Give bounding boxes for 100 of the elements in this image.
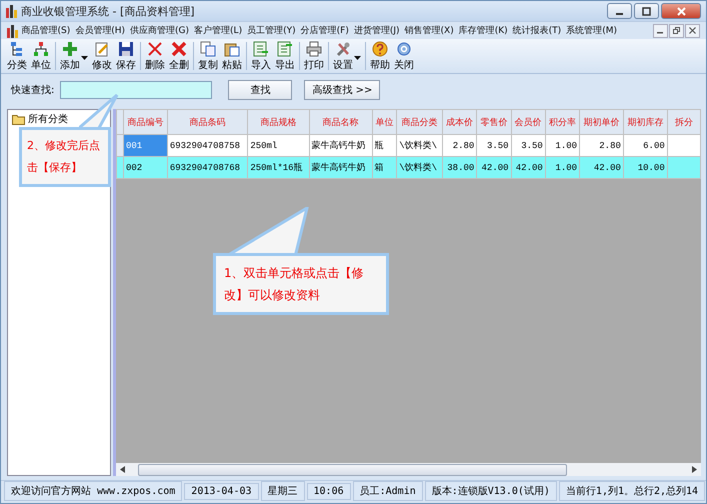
search-button[interactable]: 查找 — [228, 80, 292, 100]
toolbar-button[interactable]: 保存 — [114, 40, 138, 72]
column-header[interactable]: 商品编号 — [124, 110, 168, 134]
column-header[interactable]: 积分率 — [545, 110, 580, 134]
column-header[interactable]: 期初库存 — [623, 110, 668, 134]
cross-icon — [147, 40, 163, 56]
cross-icon — [171, 40, 187, 56]
caret-icon — [81, 56, 88, 60]
maximize-button[interactable] — [634, 3, 659, 19]
folder-icon — [12, 114, 25, 124]
toolbar-button[interactable]: 单位 — [29, 40, 53, 72]
table-cell — [667, 134, 700, 156]
toolbar-button[interactable]: 复制 — [196, 40, 220, 72]
column-header[interactable]: 成本价 — [442, 110, 477, 134]
column-header[interactable]: 期初单价 — [580, 110, 624, 134]
caret-icon — [354, 56, 361, 60]
menu-item[interactable]: 供应商管理(G) — [128, 24, 192, 37]
close-button[interactable] — [661, 3, 701, 19]
table-cell: 250ml — [248, 134, 310, 156]
column-header[interactable]: 拆分 — [667, 110, 700, 134]
column-header[interactable]: 商品名称 — [309, 110, 372, 134]
copy-icon — [200, 40, 216, 56]
restore-button[interactable] — [669, 24, 684, 38]
status-panel: 版本:连锁版V13.0(试用) — [424, 481, 557, 501]
column-header[interactable]: 商品规格 — [248, 110, 310, 134]
toolbar-button[interactable]: 分类 — [5, 40, 29, 72]
menu-item[interactable]: 进货管理(J) — [351, 24, 402, 37]
hierarchy-icon — [33, 40, 49, 56]
table-cell: 1.00 — [545, 156, 580, 178]
status-panel: 2013-04-03 — [184, 482, 259, 500]
menu-item[interactable]: 会员管理(H) — [72, 24, 128, 37]
search-label: 快速查找: — [11, 84, 54, 97]
status-panel: 10:06 — [306, 482, 351, 500]
window-title: 商业收银管理系统 - [商品资料管理] — [21, 4, 195, 18]
table-cell: 蒙牛高钙牛奶 — [309, 156, 372, 178]
menu-item[interactable]: 员工管理(Y) — [244, 24, 298, 37]
scroll-right-icon[interactable] — [692, 466, 697, 473]
document-icon[interactable] — [7, 24, 19, 38]
export-icon — [277, 40, 293, 56]
table-cell: 10.00 — [623, 156, 668, 178]
import-icon — [253, 40, 269, 56]
minimize-button[interactable] — [653, 24, 668, 38]
column-header[interactable]: 会员价 — [511, 110, 546, 134]
toolbar-button[interactable]: 修改 — [90, 40, 114, 72]
toolbar-button[interactable]: 帮助 — [368, 40, 392, 72]
menu-item[interactable]: 分店管理(F) — [298, 24, 352, 37]
callout-text: 1、双击单元格或点击【修改】可以修改资料 — [224, 266, 364, 302]
table-row[interactable]: 001 6932904708758 250ml 蒙牛高钙牛奶 瓶 \饮料类\ 2.80 3.50 3.50 1.00 2.80 6.00 — [116, 134, 700, 156]
toolbar-button[interactable]: 添加 — [58, 40, 90, 72]
column-header[interactable]: 零售价 — [476, 110, 512, 134]
table-cell: 3.50 — [476, 134, 512, 156]
table-cell — [667, 156, 700, 178]
close-icon[interactable] — [689, 27, 696, 34]
close-button[interactable] — [685, 24, 700, 38]
search-field[interactable] — [60, 81, 212, 99]
table-cell: 2.80 — [442, 134, 477, 156]
table-cell: 瓶 — [372, 134, 397, 156]
toolbar-button[interactable]: 删除 — [143, 40, 167, 72]
printer-icon — [306, 40, 322, 56]
status-panel: 欢迎访问官方网站 www.zxpos.com — [4, 481, 182, 501]
menu-item[interactable]: 库存管理(K) — [456, 24, 510, 37]
table-cell: 蒙牛高钙牛奶 — [309, 134, 372, 156]
column-header[interactable]: 商品分类 — [396, 110, 443, 134]
menu-item[interactable]: 系统管理(M) — [564, 24, 620, 37]
app-logo-icon — [6, 4, 18, 18]
toolbar-button[interactable]: 全删 — [167, 40, 191, 72]
table-cell: 1.00 — [545, 134, 580, 156]
toolbar-button[interactable]: 粘贴 — [220, 40, 244, 72]
paste-icon — [224, 40, 240, 56]
horizontal-scrollbar[interactable] — [116, 463, 701, 476]
toolbar-button[interactable]: 打印 — [302, 40, 326, 72]
table-cell: 6932904708768 — [167, 156, 248, 178]
scroll-thumb[interactable] — [138, 464, 567, 476]
restore-icon[interactable] — [673, 27, 680, 34]
scroll-left-icon[interactable] — [120, 466, 125, 473]
status-panel: 员工:Admin — [352, 481, 423, 501]
toolbar-button[interactable]: 设置 — [331, 40, 363, 72]
menu-item[interactable]: 客户管理(L) — [192, 24, 245, 37]
minimize-button[interactable] — [607, 3, 632, 19]
toolbar-button[interactable]: 关闭 — [392, 40, 416, 72]
status-panel: 当前行1,列1。总行2,总列14 — [558, 481, 706, 501]
menu-item[interactable]: 销售管理(X) — [402, 24, 456, 37]
table-cell: 箱 — [372, 156, 397, 178]
toolbar-button[interactable]: 导出 — [273, 40, 297, 72]
tree-item[interactable]: 所有分类 — [8, 110, 110, 128]
table-cell: 42.00 — [476, 156, 512, 178]
power-icon — [396, 40, 412, 56]
maximize-icon[interactable] — [642, 6, 651, 16]
advanced-search-button[interactable]: 高级查找 >> — [304, 80, 380, 100]
help-icon — [372, 40, 388, 56]
column-header[interactable]: 商品条码 — [167, 110, 248, 134]
table-cell: 6.00 — [623, 134, 668, 156]
column-header[interactable]: 单位 — [372, 110, 397, 134]
menu-item[interactable]: 统计报表(T) — [510, 24, 564, 37]
menu-item[interactable]: 商品管理(S) — [19, 24, 73, 37]
toolbar-button[interactable]: 导入 — [249, 40, 273, 72]
tools-icon — [335, 40, 351, 56]
table-cell: 2.80 — [580, 134, 624, 156]
status-panel: 星期三 — [260, 481, 305, 501]
table-row[interactable]: 002 6932904708768 250ml*16瓶 蒙牛高钙牛奶 箱 \饮料类\ 38.00 42.00 42.00 1.00 42.00 10.00 — [116, 156, 700, 178]
